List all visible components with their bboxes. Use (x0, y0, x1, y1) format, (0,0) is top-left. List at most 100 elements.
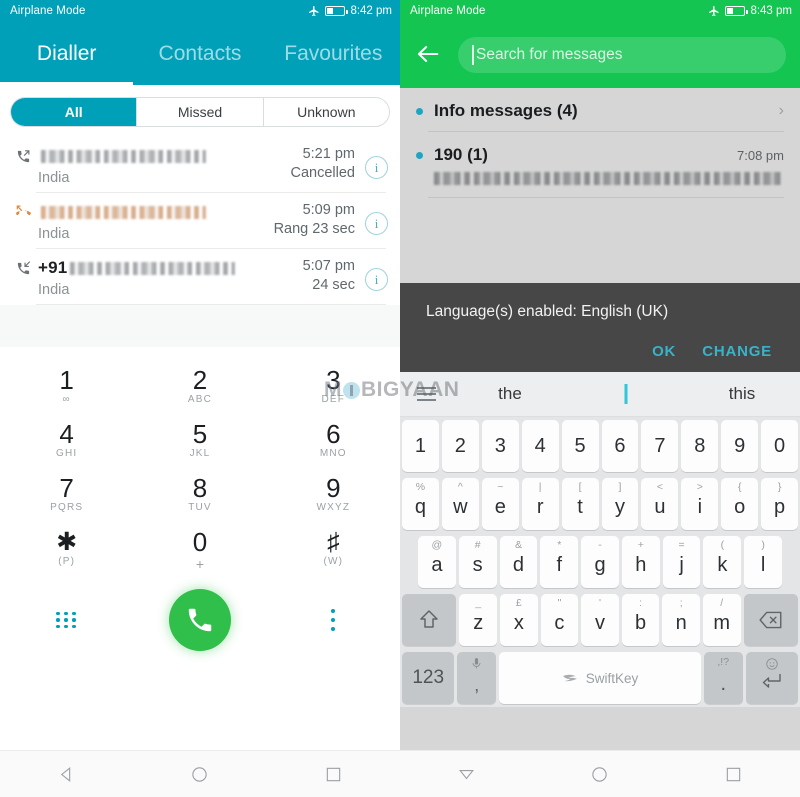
list-item[interactable]: 190 (1) 7:08 pm (400, 132, 800, 198)
key-u[interactable]: < u (641, 478, 679, 530)
enter-key[interactable] (745, 652, 798, 704)
key-5[interactable]: 5 (561, 420, 599, 472)
dialpad-key-star[interactable]: ✱ (P) (0, 521, 133, 580)
key-1[interactable]: 1 (402, 420, 439, 472)
key-z[interactable]: _ z (459, 594, 498, 646)
key-9[interactable]: 9 (721, 420, 759, 472)
call-details-button[interactable]: i (365, 156, 388, 179)
suggestion-this[interactable]: this (684, 384, 800, 404)
dialpad-row: ✱ (P) 0 + ♯ (W) (0, 521, 400, 580)
dialpad: 1 ∞ 2 ABC 3 DEF 4 GHI 5 JKL 6 MNO 7 PQRS… (0, 347, 400, 660)
key-h[interactable]: + h (621, 536, 660, 588)
key-label: 2 (454, 434, 466, 457)
dialog-ok-button[interactable]: OK (652, 343, 676, 360)
filter-missed[interactable]: Missed (137, 98, 264, 126)
key-alt-label: ,!? (717, 656, 730, 668)
comma-key[interactable]: , (457, 652, 497, 704)
overflow-menu-button[interactable] (267, 609, 400, 631)
key-n[interactable]: ; n (662, 594, 700, 646)
home-circle-icon (592, 766, 608, 782)
shift-key[interactable] (402, 594, 457, 646)
suggestion-the[interactable]: the (452, 384, 568, 404)
key-7[interactable]: 7 (641, 420, 679, 472)
key-label: u (654, 495, 666, 518)
key-label: n (675, 611, 687, 634)
key-k[interactable]: (k (703, 536, 742, 588)
dialpad-key-8[interactable]: 8 TUV (133, 467, 266, 521)
key-4[interactable]: 4 (521, 420, 559, 472)
dialpad-key-5[interactable]: 5 JKL (133, 413, 266, 467)
key-d[interactable]: & d (499, 536, 538, 588)
key-b[interactable]: :b (621, 594, 660, 646)
key-r[interactable]: | r (521, 478, 559, 530)
dialog-change-button[interactable]: CHANGE (702, 343, 772, 360)
keyboard-row-home: @ a # s & d * f -g + h = j (k ) l (400, 533, 800, 591)
period-key[interactable]: ,!? . (703, 652, 743, 704)
backspace-key[interactable] (743, 594, 799, 646)
key-8[interactable]: 8 (681, 420, 719, 472)
key-o[interactable]: {o (721, 478, 759, 530)
call-details-button[interactable]: i (365, 268, 388, 291)
key-6[interactable]: 6 (601, 420, 639, 472)
key-i[interactable]: > i (681, 478, 719, 530)
key-c[interactable]: " c (540, 594, 579, 646)
key-w[interactable]: ^ w (441, 478, 479, 530)
dialpad-key-3[interactable]: 3 DEF (267, 359, 400, 413)
key-t[interactable]: [t (561, 478, 599, 530)
key-alt-label: { (737, 481, 742, 493)
table-row[interactable]: +91 India 5:07 pm 24 sec i (0, 249, 400, 305)
filter-unknown[interactable]: Unknown (264, 98, 389, 126)
key-e[interactable]: ~ e (481, 478, 519, 530)
hide-keyboard-button[interactable] (447, 754, 487, 794)
nav-recents-button[interactable] (313, 754, 353, 794)
thread-list-filler (400, 198, 800, 283)
table-row[interactable]: India 5:21 pm Cancelled i (0, 137, 400, 193)
dialpad-key-0[interactable]: 0 + (133, 521, 266, 580)
search-input[interactable]: Search for messages (458, 37, 786, 73)
key-f[interactable]: * f (540, 536, 579, 588)
key-label: j (679, 553, 684, 576)
numeric-key[interactable]: 123 (402, 652, 455, 704)
key-x[interactable]: £ x (500, 594, 538, 646)
filter-all[interactable]: All (11, 98, 138, 126)
suggestion-i[interactable]: I (568, 384, 684, 404)
dialpad-key-hash[interactable]: ♯ (W) (267, 521, 400, 580)
tab-dialler[interactable]: Dialler (0, 22, 134, 85)
key-s[interactable]: # s (458, 536, 497, 588)
key-p[interactable]: } p (761, 478, 799, 530)
key-a[interactable]: @ a (418, 536, 456, 588)
dialpad-key-1[interactable]: 1 ∞ (0, 359, 133, 413)
key-m[interactable]: / m (702, 594, 741, 646)
dialpad-key-6[interactable]: 6 MNO (267, 413, 400, 467)
call-button[interactable] (133, 589, 266, 651)
key-l[interactable]: ) l (744, 536, 783, 588)
dialpad-key-9[interactable]: 9 WXYZ (267, 467, 400, 521)
keypad-toggle-button[interactable] (0, 611, 133, 629)
space-key[interactable]: SwiftKey (499, 652, 701, 704)
tab-favourites[interactable]: Favourites (267, 22, 400, 85)
key-y[interactable]: ] y (601, 478, 639, 530)
key-label: 9 (734, 434, 746, 457)
tab-contacts[interactable]: Contacts (133, 22, 266, 85)
chevron-right-icon: › (778, 102, 784, 119)
nav-back-button[interactable] (47, 754, 87, 794)
key-0[interactable]: 0 (761, 420, 799, 472)
keyboard-menu-button[interactable] (400, 387, 452, 401)
key-label: x (513, 611, 524, 634)
list-item[interactable]: Info messages (4) › (400, 88, 800, 132)
nav-recents-button[interactable] (713, 754, 753, 794)
key-2[interactable]: 2 (441, 420, 479, 472)
key-q[interactable]: % q (402, 478, 439, 530)
dialpad-key-2[interactable]: 2 ABC (133, 359, 266, 413)
key-3[interactable]: 3 (481, 420, 519, 472)
back-button[interactable] (414, 40, 444, 70)
key-g[interactable]: -g (581, 536, 619, 588)
nav-home-button[interactable] (180, 754, 220, 794)
nav-home-button[interactable] (580, 754, 620, 794)
call-details-button[interactable]: i (365, 212, 388, 235)
dialpad-key-7[interactable]: 7 PQRS (0, 467, 133, 521)
key-v[interactable]: ' v (581, 594, 619, 646)
dialpad-key-4[interactable]: 4 GHI (0, 413, 133, 467)
key-j[interactable]: = j (662, 536, 701, 588)
table-row[interactable]: India 5:09 pm Rang 23 sec i (0, 193, 400, 249)
